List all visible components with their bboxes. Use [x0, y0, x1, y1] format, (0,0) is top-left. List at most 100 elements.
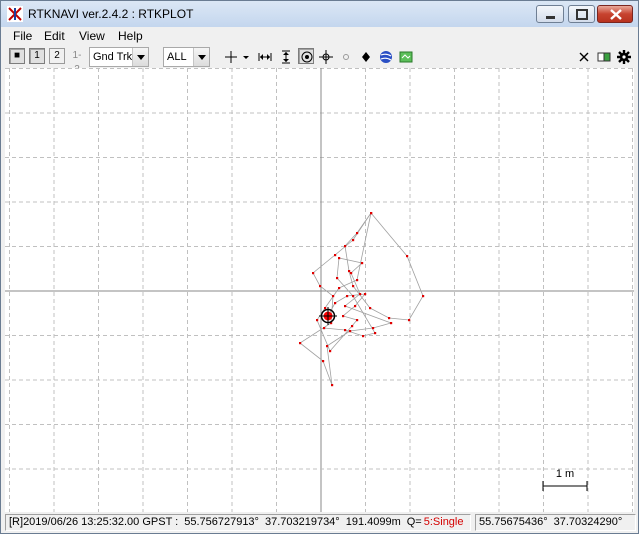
show-marker-icon	[362, 52, 370, 62]
solution1-button[interactable]: 1	[29, 48, 45, 64]
layers-icon	[597, 52, 611, 62]
track-point	[352, 285, 355, 288]
current-position-marker	[319, 307, 337, 325]
track-point	[356, 319, 359, 322]
track-point	[336, 277, 339, 280]
track-point	[316, 319, 319, 322]
fit-horizontal-icon	[258, 53, 272, 61]
quality-filter-select[interactable]: ALL	[163, 47, 210, 67]
track-point	[374, 332, 377, 335]
plot-canvas[interactable]: 1 m	[5, 68, 634, 512]
status-q-label: Q=	[406, 516, 422, 528]
show-map-icon	[380, 51, 392, 63]
show-map-button[interactable]	[377, 48, 393, 64]
track-point	[338, 287, 341, 290]
show-point-button[interactable]	[337, 48, 353, 64]
scale-label: 1 m	[556, 468, 574, 480]
status-longitude: 37.703219734°	[264, 516, 340, 528]
plot-type-value: Gnd Trk	[93, 51, 133, 63]
menu-view[interactable]: View	[77, 29, 107, 43]
track-point	[349, 330, 352, 333]
track-point	[346, 295, 349, 298]
track-point	[334, 254, 337, 257]
center-origin-button[interactable]	[298, 48, 314, 64]
track-point	[356, 232, 359, 235]
rtknavi-app-icon	[7, 6, 23, 22]
status-prefix: [R]	[9, 516, 24, 528]
minimize-icon	[546, 16, 555, 19]
close-icon	[610, 9, 622, 20]
fit-vertical-icon	[282, 50, 290, 64]
title-bar[interactable]: RTKNAVI ver.2.4.2 : RTKPLOT	[1, 1, 638, 27]
menu-help[interactable]: Help	[116, 29, 145, 43]
ground-track-line	[299, 212, 424, 386]
close-plot-icon	[579, 52, 589, 62]
track-point	[332, 295, 335, 298]
fit-horizontal-button[interactable]	[256, 48, 272, 64]
track-point	[362, 335, 365, 338]
maximize-button[interactable]	[568, 5, 595, 23]
track-point	[422, 295, 425, 298]
track-point	[359, 293, 362, 296]
close-plot-button[interactable]	[575, 48, 591, 64]
toolbar: ■ 1 2 1-2 Gnd Trk ALL	[1, 46, 638, 75]
track-point	[312, 272, 315, 275]
chevron-down-icon[interactable]	[132, 48, 148, 66]
track-point	[338, 257, 341, 260]
solution2-button[interactable]: 2	[49, 48, 65, 64]
show-crosshair-icon	[319, 50, 333, 64]
track-point	[352, 295, 355, 298]
track-point	[299, 342, 302, 345]
show-grid-image-button[interactable]	[397, 48, 413, 64]
menu-bar: File Edit View Help	[1, 27, 638, 46]
track-point	[323, 327, 326, 330]
crosshair-dropdown-icon	[225, 51, 249, 63]
close-button[interactable]	[597, 5, 633, 23]
chevron-down-icon[interactable]	[193, 48, 209, 66]
track-point	[388, 317, 391, 320]
window-title: RTKNAVI ver.2.4.2 : RTKPLOT	[28, 7, 194, 21]
crosshair-dropdown-button[interactable]	[223, 48, 249, 64]
track-point	[408, 319, 411, 322]
track-point	[354, 305, 357, 308]
plot-type-select[interactable]: Gnd Trk	[89, 47, 149, 67]
status-height: 191.4099m	[345, 516, 401, 528]
status-quality: 5:Single	[423, 516, 464, 528]
settings-gear-icon	[617, 50, 631, 64]
track-point	[324, 307, 327, 310]
solution-status-panel: [R]2019/06/26 13:25:32.00 GPST : 55.75672…	[5, 514, 471, 531]
track-point	[351, 325, 354, 328]
center-origin-icon	[301, 51, 313, 63]
quality-filter-value: ALL	[167, 51, 187, 63]
fit-vertical-button[interactable]	[277, 48, 293, 64]
solution-all-button[interactable]: ■	[9, 48, 25, 64]
track-point	[370, 212, 373, 215]
rtkplot-window: RTKNAVI ver.2.4.2 : RTKPLOT File Edit Vi…	[0, 0, 639, 534]
track-point	[344, 329, 347, 332]
track-point	[356, 279, 359, 282]
layers-button[interactable]	[595, 48, 611, 64]
show-marker-button[interactable]	[357, 48, 373, 64]
track-point	[361, 262, 364, 265]
menu-edit[interactable]: Edit	[42, 29, 67, 43]
settings-button[interactable]	[615, 48, 631, 64]
ground-track-plot[interactable]: 1 m	[5, 68, 634, 512]
track-point	[334, 302, 337, 305]
status-datetime: 2019/06/26 13:25:32.00 GPST :	[23, 516, 179, 528]
track-point	[322, 360, 325, 363]
track-point	[406, 255, 409, 258]
show-crosshair-button[interactable]	[317, 48, 333, 64]
minimize-button[interactable]	[536, 5, 564, 23]
track-point	[372, 327, 375, 330]
menu-file[interactable]: File	[11, 29, 34, 43]
scale-bar: 1 m	[542, 468, 588, 491]
track-point	[329, 350, 332, 353]
track-point	[344, 305, 347, 308]
track-point	[319, 285, 322, 288]
track-point	[326, 345, 329, 348]
solution12-button[interactable]: 1-2	[69, 48, 85, 75]
track-point	[344, 245, 347, 248]
reference-longitude: 37.70324290°	[553, 516, 623, 528]
track-point	[390, 322, 393, 325]
reference-latitude: 55.75675436°	[479, 516, 548, 528]
